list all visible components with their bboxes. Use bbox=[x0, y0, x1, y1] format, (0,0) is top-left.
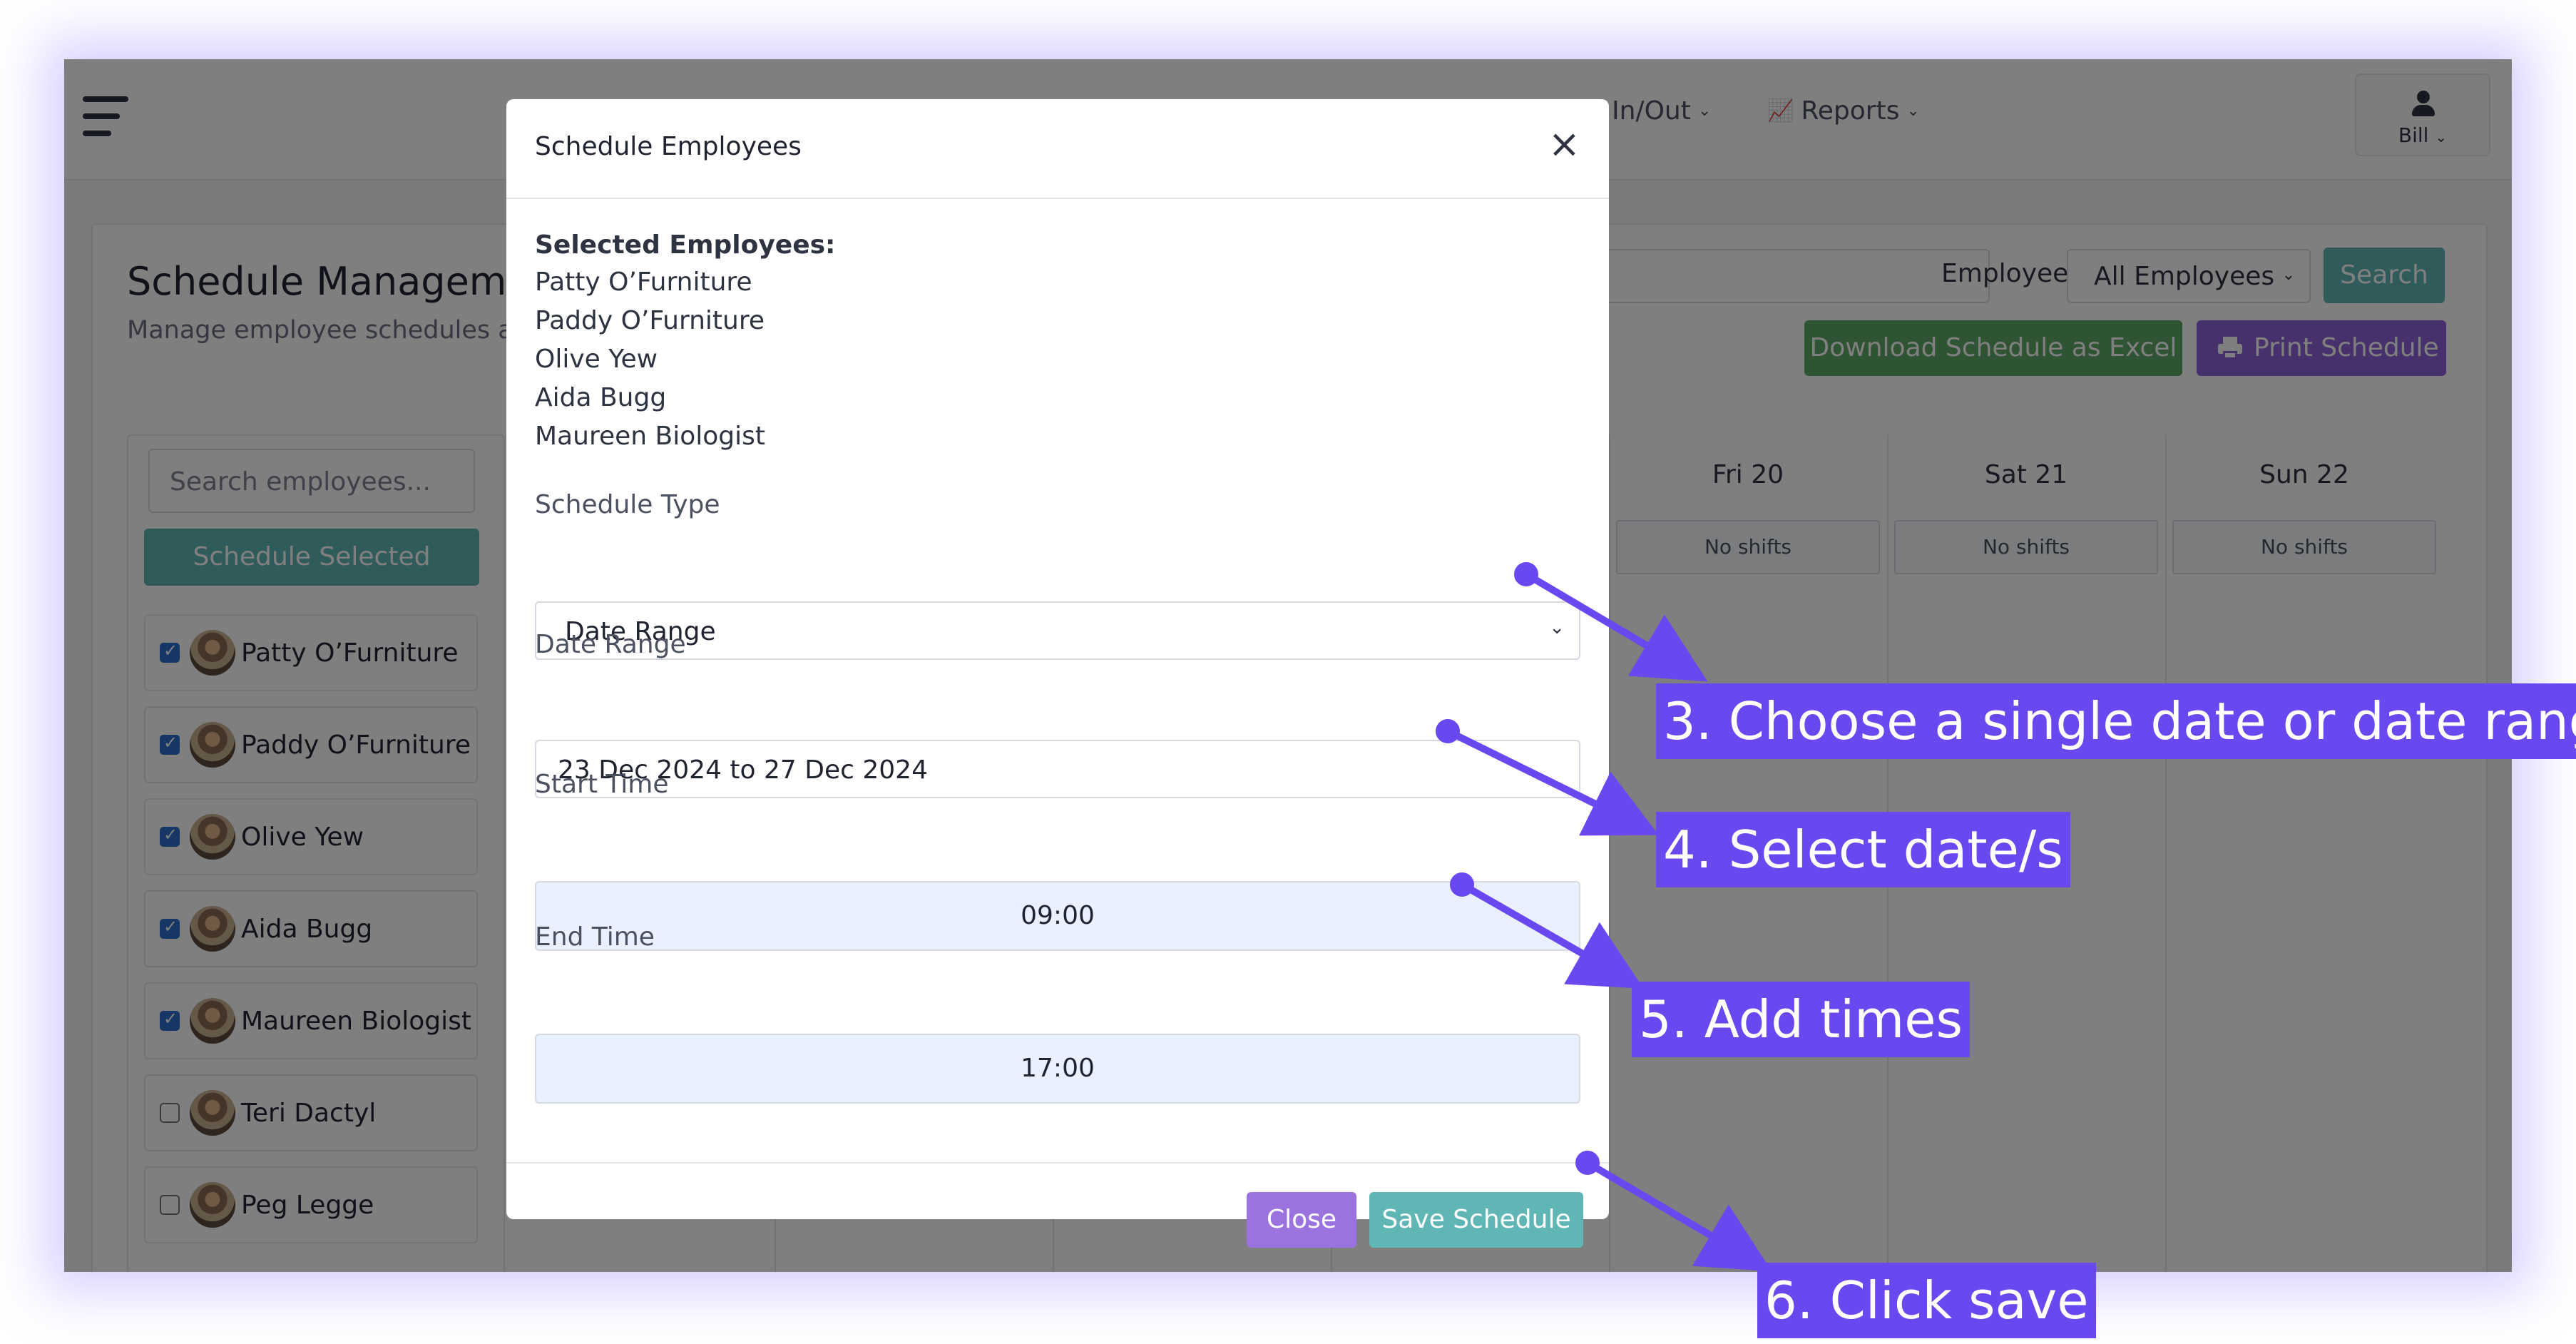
annotation-step6: 6. Click save bbox=[1757, 1263, 2096, 1338]
arrow-start-dot bbox=[1575, 1151, 1600, 1175]
annotation-step3: 3. Choose a single date or date range bbox=[1656, 683, 2576, 759]
arrow-step4 bbox=[1446, 728, 1659, 836]
arrow-start-dot bbox=[1436, 719, 1460, 743]
annotation-arrows bbox=[1436, 562, 1772, 1272]
annotation-step4: 4. Select date/s bbox=[1656, 812, 2070, 887]
arrow-step5 bbox=[1460, 881, 1644, 989]
arrow-start-dot bbox=[1450, 872, 1474, 897]
arrow-step3 bbox=[1524, 571, 1708, 682]
arrow-step6 bbox=[1585, 1159, 1772, 1272]
arrow-start-dot bbox=[1514, 562, 1538, 586]
annotation-step5: 5. Add times bbox=[1632, 982, 1971, 1057]
